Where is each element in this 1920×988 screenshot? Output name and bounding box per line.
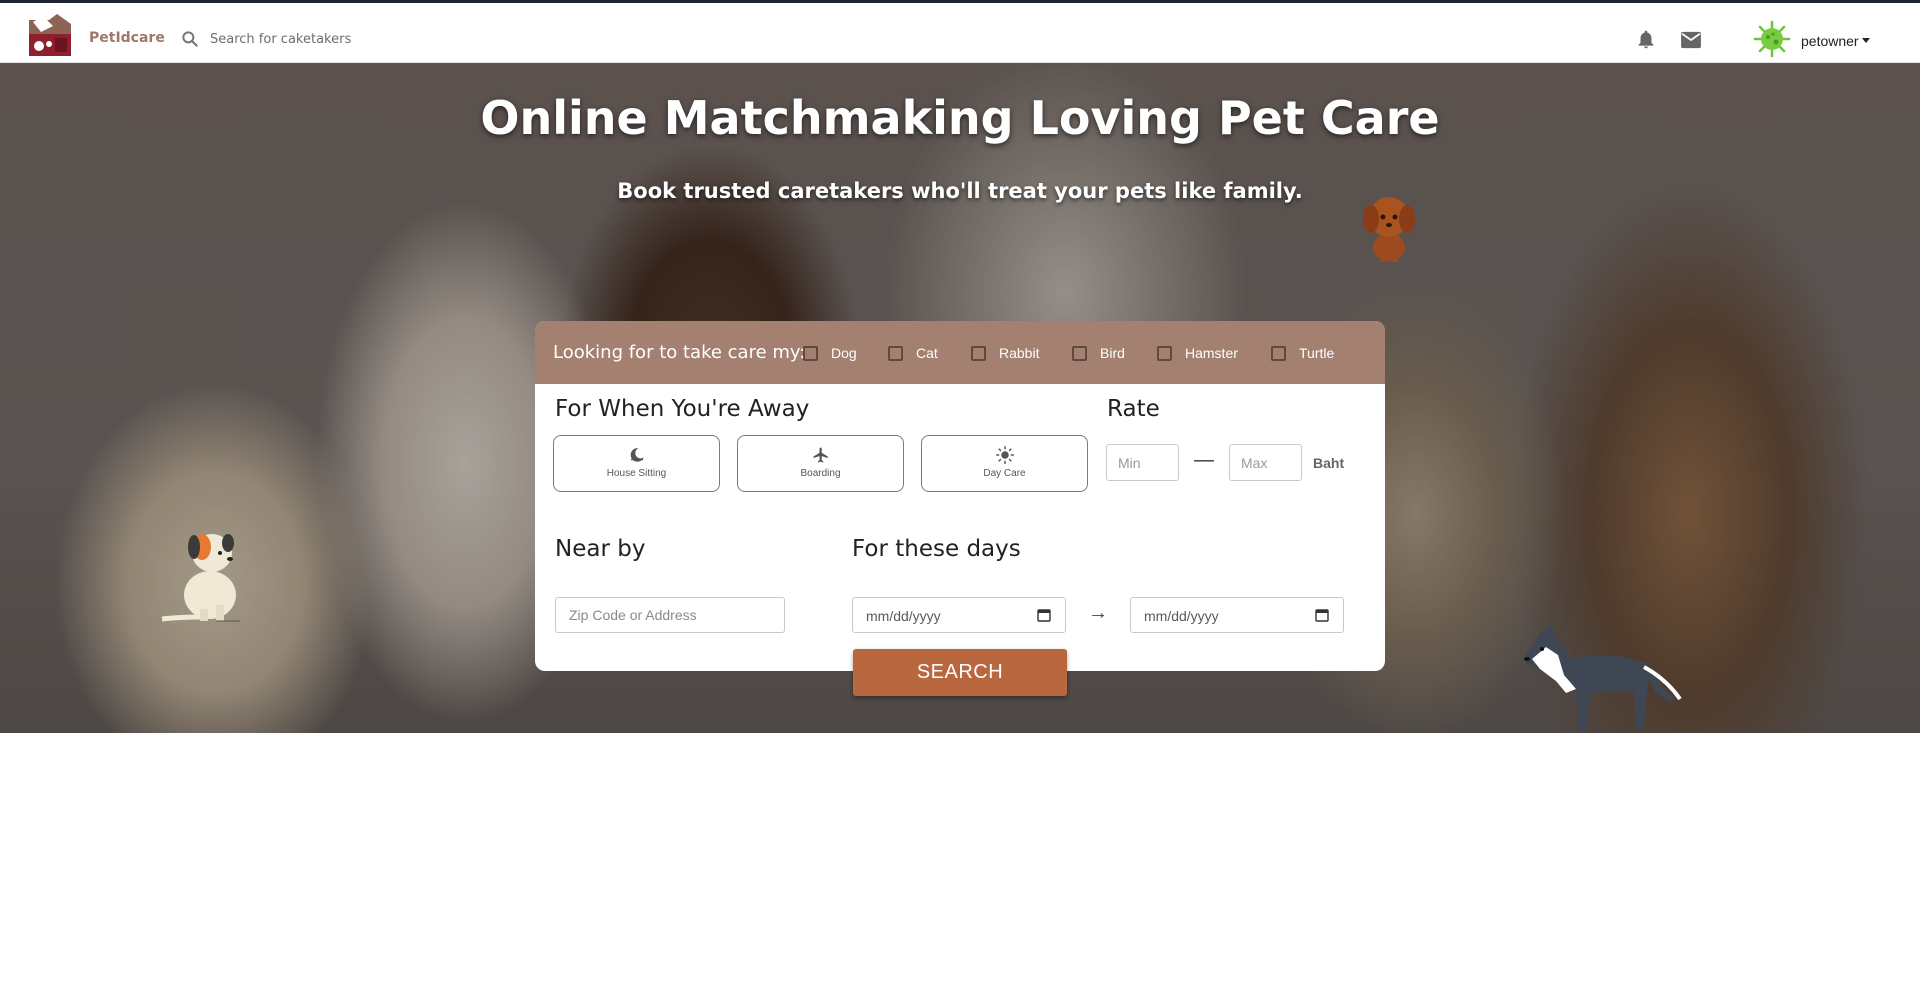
- top-navbar: PetIdcare petowner: [0, 0, 1920, 63]
- app-logo-icon[interactable]: [27, 12, 74, 56]
- rate-max-input[interactable]: [1229, 444, 1302, 481]
- pet-option-label: Bird: [1100, 345, 1125, 361]
- hero-banner: Online Matchmaking Loving Pet Care Book …: [0, 63, 1920, 733]
- start-date-placeholder: mm/dd/yyyy: [866, 608, 941, 624]
- pet-option-rabbit[interactable]: Rabbit: [971, 343, 1039, 363]
- away-section-title: For When You're Away: [555, 396, 810, 422]
- rate-separator: —: [1194, 449, 1214, 471]
- pet-checkbox-rabbit[interactable]: [971, 345, 986, 361]
- pet-checkbox-bird[interactable]: [1072, 345, 1087, 361]
- service-label: Boarding: [800, 468, 841, 479]
- end-date-input[interactable]: mm/dd/yyyy: [1130, 597, 1344, 633]
- moon-icon: [630, 448, 644, 462]
- pet-option-turtle[interactable]: Turtle: [1271, 343, 1334, 363]
- service-label: House Sitting: [606, 468, 667, 479]
- pet-checkbox-cat[interactable]: [888, 345, 903, 361]
- border-collie-illustration: [1524, 625, 1682, 731]
- sitting-dog-illustration: [161, 534, 240, 622]
- notifications-bell-icon[interactable]: [1636, 30, 1656, 50]
- end-date-placeholder: mm/dd/yyyy: [1144, 608, 1219, 624]
- service-boarding-button[interactable]: Boarding: [737, 435, 904, 492]
- pet-type-bar: Looking for to take care my: Dog Cat Rab…: [535, 321, 1385, 384]
- service-day-care-button[interactable]: Day Care: [921, 435, 1088, 492]
- rate-section-title: Rate: [1107, 396, 1160, 422]
- pet-type-prompt: Looking for to take care my:: [553, 342, 806, 363]
- dates-section-title: For these days: [852, 536, 1021, 562]
- dropdown-caret-icon[interactable]: [1862, 38, 1870, 43]
- hero-subtitle: Book trusted caretakers who'll treat you…: [617, 179, 1303, 203]
- username-label[interactable]: petowner: [1801, 33, 1859, 49]
- start-date-input[interactable]: mm/dd/yyyy: [852, 597, 1066, 633]
- pet-option-hamster[interactable]: Hamster: [1157, 343, 1238, 363]
- pet-checkbox-turtle[interactable]: [1271, 345, 1286, 361]
- service-house-sitting-button[interactable]: House Sitting: [553, 435, 720, 492]
- rate-unit-label: Baht: [1313, 455, 1345, 471]
- hero-title: Online Matchmaking Loving Pet Care: [480, 91, 1440, 145]
- service-label: Day Care: [983, 468, 1026, 479]
- pet-option-dog[interactable]: Dog: [803, 343, 857, 363]
- pet-option-label: Turtle: [1299, 345, 1335, 361]
- calendar-icon[interactable]: [1037, 608, 1051, 622]
- pet-option-label: Dog: [831, 345, 857, 361]
- search-icon: [182, 31, 198, 47]
- caretaker-search-input[interactable]: [210, 27, 470, 51]
- pet-checkbox-dog[interactable]: [803, 345, 818, 361]
- brown-puppy-illustration: [1363, 197, 1415, 262]
- pet-checkbox-hamster[interactable]: [1157, 345, 1172, 361]
- nearby-section-title: Near by: [555, 536, 646, 562]
- pet-option-label: Hamster: [1185, 345, 1238, 361]
- airplane-icon: [813, 447, 828, 463]
- rate-min-input[interactable]: [1106, 444, 1179, 481]
- user-avatar[interactable]: [1752, 19, 1792, 59]
- caretaker-search-card: Looking for to take care my: Dog Cat Rab…: [535, 321, 1385, 696]
- sun-icon: [996, 446, 1014, 464]
- search-button[interactable]: SEARCH: [853, 649, 1067, 696]
- date-range-arrow: →: [1088, 602, 1108, 624]
- brand-name[interactable]: PetIdcare: [89, 30, 165, 46]
- pet-option-label: Cat: [916, 345, 938, 361]
- mail-icon[interactable]: [1680, 31, 1702, 49]
- calendar-icon[interactable]: [1315, 608, 1329, 622]
- pet-option-label: Rabbit: [999, 345, 1040, 361]
- pet-option-bird[interactable]: Bird: [1072, 343, 1125, 363]
- location-input[interactable]: [555, 597, 785, 633]
- pet-option-cat[interactable]: Cat: [888, 343, 938, 363]
